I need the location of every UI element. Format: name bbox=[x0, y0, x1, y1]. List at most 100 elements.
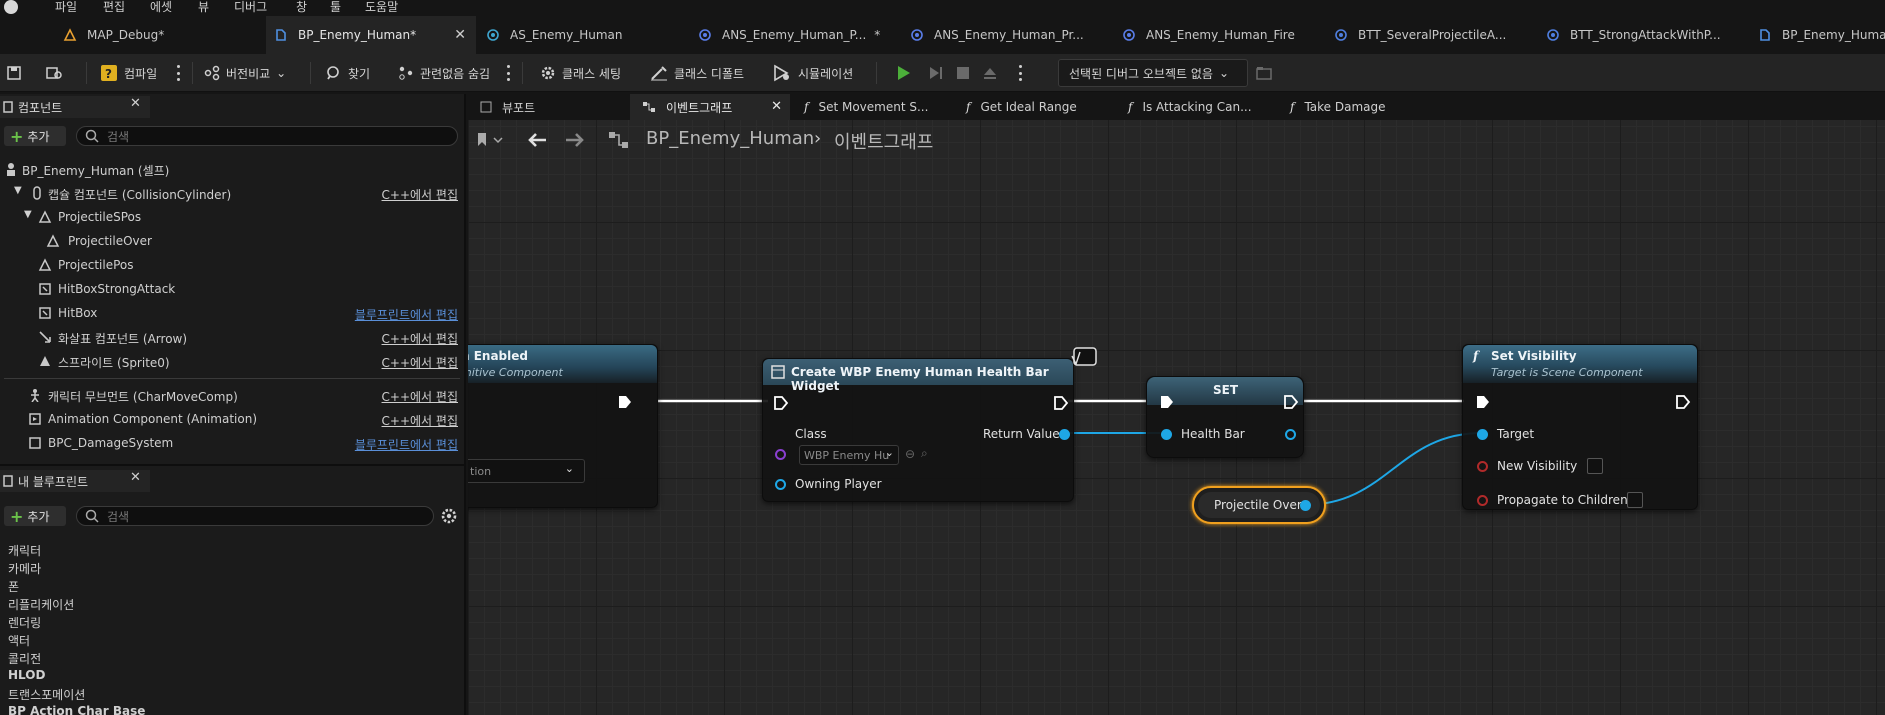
edit-in-blueprint-link[interactable]: 블루프린트에서 편집 bbox=[355, 306, 458, 323]
tab-btt-strong-attack[interactable]: BTT_StrongAttackWithP... bbox=[1538, 16, 1748, 54]
play-button[interactable] bbox=[896, 54, 918, 92]
diff-button[interactable]: 버전비교 ⌄ bbox=[204, 54, 286, 92]
class-settings-button[interactable]: 클래스 세팅 bbox=[540, 54, 621, 92]
stop-button[interactable] bbox=[956, 54, 976, 92]
component-row-projectile-pos[interactable]: ProjectilePos bbox=[0, 254, 464, 276]
my-blueprint-search-input[interactable]: 검색 bbox=[76, 506, 434, 526]
class-defaults-button[interactable]: 클래스 디폴트 bbox=[650, 54, 744, 92]
close-icon[interactable]: ✕ bbox=[130, 470, 141, 485]
health-bar-out-pin[interactable] bbox=[1285, 429, 1296, 440]
event-node-component-enabled[interactable]: n Enabled mitive Component tion ⌄ bbox=[468, 344, 658, 508]
category-hlod[interactable]: HLOD bbox=[8, 668, 45, 682]
debug-object-dropdown[interactable]: 선택된 디버그 오브젝트 없음 ⌄ bbox=[1058, 59, 1248, 87]
class-pin-label: Class bbox=[795, 427, 827, 441]
event-graph-canvas[interactable]: 뷰포트 이벤트그래프 ✕ f Set Movement S... f Get Ide… bbox=[468, 94, 1885, 715]
menu-edit[interactable]: 편집 bbox=[103, 0, 125, 16]
component-row-hitbox[interactable]: HitBox 블루프린트에서 편집 bbox=[0, 302, 464, 324]
gear-icon[interactable] bbox=[440, 507, 458, 528]
projectile-over-getter-node[interactable]: Projectile Over bbox=[1192, 486, 1326, 524]
category-camera[interactable]: 카메라 bbox=[8, 560, 41, 577]
edit-in-cpp-link[interactable]: C++에서 편집 bbox=[382, 354, 458, 371]
category-actor[interactable]: 액터 bbox=[8, 632, 30, 649]
add-member-button[interactable]: + 추가 bbox=[4, 506, 66, 526]
menu-window[interactable]: 창 bbox=[296, 0, 307, 16]
class-select[interactable]: WBP Enemy Hu ⌄ bbox=[799, 445, 899, 465]
tab-ans-enemy-human-fire[interactable]: ANS_Enemy_Human_Fire bbox=[1114, 16, 1324, 54]
component-row-damage-system[interactable]: BPC_DamageSystem 블루프린트에서 편집 bbox=[0, 432, 464, 454]
play-options-icon[interactable] bbox=[1018, 65, 1022, 81]
component-row-arrow[interactable]: 화살표 컴포넌트 (Arrow) C++에서 편집 bbox=[0, 326, 464, 348]
tab-label: BTT_SeveralProjectileA... bbox=[1358, 28, 1507, 42]
set-visibility-node[interactable]: f Set Visibility Target is Scene Compone… bbox=[1462, 344, 1698, 510]
category-pawn[interactable]: 폰 bbox=[8, 578, 19, 595]
new-visibility-checkbox[interactable] bbox=[1587, 458, 1603, 474]
tab-bp-enemy-human-2[interactable]: BP_Enemy_Human bbox=[1750, 16, 1885, 54]
use-asset-icon[interactable]: ⊖ bbox=[905, 447, 915, 461]
propagate-pin[interactable] bbox=[1477, 495, 1488, 506]
tab-as-enemy-human[interactable]: AS_Enemy_Human bbox=[478, 16, 688, 54]
component-row-projectile-spos[interactable]: ▼ ProjectileSPos bbox=[0, 206, 464, 228]
owning-player-pin[interactable] bbox=[775, 479, 786, 490]
component-row-char-move[interactable]: 캐릭터 무브먼트 (CharMoveComp) C++에서 편집 bbox=[0, 384, 464, 406]
hide-unrelated-button[interactable]: 관련없음 숨김 bbox=[398, 54, 490, 92]
projectile-over-out-pin[interactable] bbox=[1300, 500, 1311, 511]
set-variable-node[interactable]: SET Health Bar bbox=[1146, 376, 1304, 458]
component-row-hitbox-strong-attack[interactable]: HitBoxStrongAttack bbox=[0, 278, 464, 300]
category-bp-action-char-base[interactable]: BP Action Char Base bbox=[8, 704, 145, 715]
add-component-button[interactable]: + 추가 bbox=[4, 126, 66, 146]
menu-view[interactable]: 뷰 bbox=[198, 0, 209, 16]
node-title: SET bbox=[1213, 383, 1239, 397]
close-icon[interactable]: ✕ bbox=[454, 27, 466, 43]
edit-in-cpp-link[interactable]: C++에서 편집 bbox=[382, 186, 458, 203]
close-icon[interactable]: ✕ bbox=[130, 96, 141, 111]
save-button[interactable] bbox=[6, 54, 28, 92]
category-rendering[interactable]: 렌더링 bbox=[8, 614, 41, 631]
category-collision[interactable]: 콜리전 bbox=[8, 650, 41, 667]
create-widget-node[interactable]: Create WBP Enemy Human Health Bar Widget… bbox=[762, 358, 1074, 502]
tab-ans-enemy-human-p[interactable]: ANS_Enemy_Human_P... * bbox=[690, 16, 900, 54]
search-icon bbox=[85, 129, 99, 143]
menu-tools[interactable]: 툴 bbox=[330, 0, 341, 16]
new-visibility-label: New Visibility bbox=[1497, 459, 1578, 473]
compile-button[interactable]: ? 컴파일 bbox=[100, 54, 157, 92]
find-button[interactable]: 찾기 bbox=[326, 54, 370, 92]
tab-bp-enemy-human[interactable]: BP_Enemy_Human* ✕ bbox=[266, 16, 476, 54]
advance-frame-button[interactable] bbox=[928, 54, 950, 92]
component-row-capsule[interactable]: ▼ 캡슐 컴포넌트 (CollisionCylinder) C++에서 편집 bbox=[0, 182, 464, 204]
component-row-projectile-over[interactable]: ProjectileOver bbox=[0, 230, 464, 252]
compile-options-icon[interactable] bbox=[176, 65, 180, 81]
debug-filter-button[interactable] bbox=[1256, 54, 1278, 92]
component-row-animation[interactable]: Animation Component (Animation) C++에서 편집 bbox=[0, 408, 464, 430]
category-character[interactable]: 캐릭터 bbox=[8, 542, 41, 559]
unreal-logo-icon[interactable] bbox=[4, 0, 18, 14]
edit-in-cpp-link[interactable]: C++에서 편집 bbox=[382, 388, 458, 405]
menu-asset[interactable]: 에셋 bbox=[150, 0, 172, 16]
category-transformation[interactable]: 트랜스포메이션 bbox=[8, 686, 85, 703]
menu-file[interactable]: 파일 bbox=[55, 0, 77, 16]
component-search-input[interactable]: 검색 bbox=[76, 126, 458, 146]
menu-help[interactable]: 도움말 bbox=[365, 0, 398, 16]
browse-button[interactable] bbox=[46, 54, 70, 92]
collision-enabled-dropdown[interactable]: tion ⌄ bbox=[468, 459, 585, 483]
tab-btt-several-projectile[interactable]: BTT_SeveralProjectileA... bbox=[1326, 16, 1536, 54]
category-replication[interactable]: 리플리케이션 bbox=[8, 596, 74, 613]
tab-ans-enemy-human-pr[interactable]: ANS_Enemy_Human_Pr... bbox=[902, 16, 1112, 54]
stop-icon bbox=[957, 67, 969, 79]
edit-in-blueprint-link[interactable]: 블루프린트에서 편집 bbox=[355, 436, 458, 453]
propagate-checkbox[interactable] bbox=[1627, 492, 1643, 508]
simulation-button[interactable]: 시뮬레이션 bbox=[772, 54, 853, 92]
edit-in-cpp-link[interactable]: C++에서 편집 bbox=[382, 330, 458, 347]
options-icon[interactable] bbox=[506, 65, 510, 81]
tab-map-debug[interactable]: MAP_Debug* bbox=[55, 16, 265, 54]
new-visibility-pin[interactable] bbox=[1477, 461, 1488, 472]
target-pin[interactable] bbox=[1477, 429, 1488, 440]
return-value-pin[interactable] bbox=[1059, 429, 1070, 440]
health-bar-in-pin[interactable] bbox=[1161, 429, 1172, 440]
eject-button[interactable] bbox=[982, 54, 1004, 92]
menu-debug[interactable]: 디버그 bbox=[234, 0, 267, 16]
class-pin[interactable] bbox=[775, 449, 786, 460]
search-icon[interactable]: ⌕ bbox=[921, 446, 928, 461]
component-row-sprite[interactable]: 스프라이트 (Sprite0) C++에서 편집 bbox=[0, 350, 464, 372]
edit-in-cpp-link[interactable]: C++에서 편집 bbox=[382, 412, 458, 429]
component-row-self[interactable]: BP_Enemy_Human (셀프) bbox=[0, 158, 464, 180]
